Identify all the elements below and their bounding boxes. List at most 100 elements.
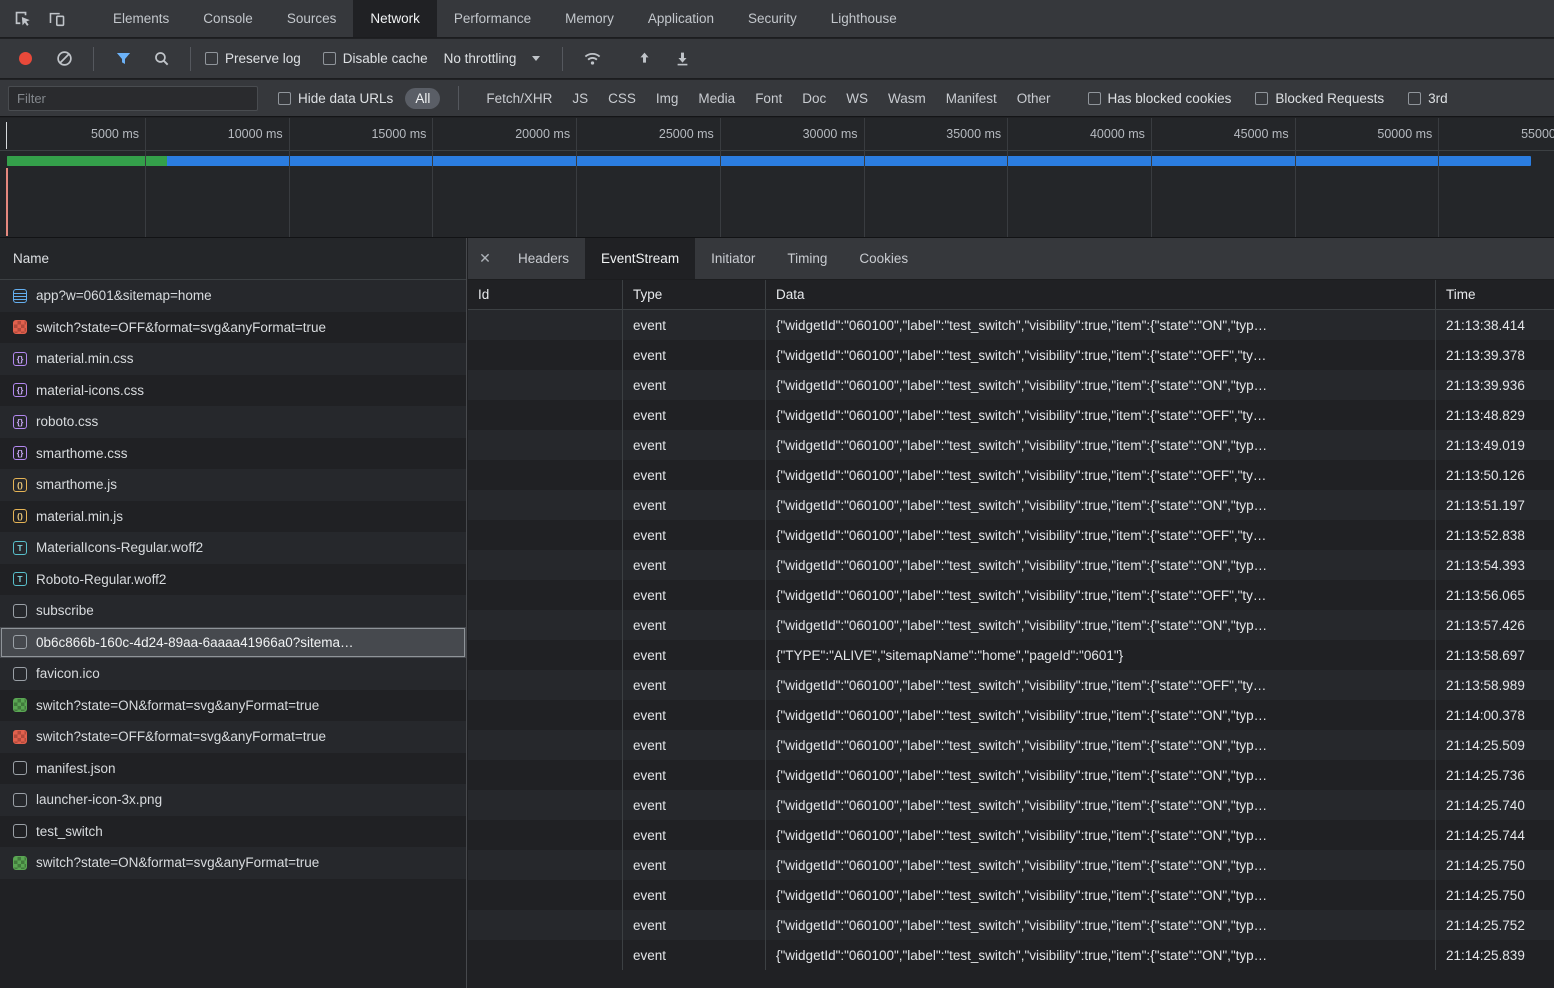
request-row[interactable]: roboto.css [0,406,466,438]
event-row[interactable]: event{"widgetId":"060100","label":"test_… [468,910,1554,940]
requests-column-header[interactable]: Name [0,238,466,280]
request-row[interactable]: switch?state=ON&format=svg&anyFormat=tru… [0,847,466,879]
checkbox-box[interactable] [1408,92,1421,105]
disable-cache-checkbox[interactable]: Disable cache [323,51,428,66]
checkbox-box[interactable] [1088,92,1101,105]
inspect-element-icon[interactable] [8,5,38,33]
filter-type-css[interactable]: CSS [599,86,645,111]
event-row[interactable]: event{"widgetId":"060100","label":"test_… [468,670,1554,700]
column-header-time[interactable]: Time [1436,280,1554,309]
request-row[interactable]: app?w=0601&sitemap=home [0,280,466,312]
filter-type-all[interactable]: All [405,88,440,109]
request-row[interactable]: switch?state=OFF&format=svg&anyFormat=tr… [0,721,466,753]
throttling-select[interactable]: No throttling [436,51,549,66]
event-row[interactable]: event{"widgetId":"060100","label":"test_… [468,490,1554,520]
tab-application[interactable]: Application [631,0,731,37]
event-row[interactable]: event{"widgetId":"060100","label":"test_… [468,550,1554,580]
hide-data-urls-checkbox[interactable]: Hide data URLs [278,91,393,106]
device-toolbar-icon[interactable] [42,5,72,33]
column-header-data[interactable]: Data [766,280,1436,309]
tab-elements[interactable]: Elements [96,0,186,37]
column-header-id[interactable]: Id [468,280,623,309]
event-row[interactable]: event{"widgetId":"060100","label":"test_… [468,730,1554,760]
checkbox-box[interactable] [205,52,218,65]
network-conditions-icon[interactable] [577,45,607,73]
request-row[interactable]: switch?state=OFF&format=svg&anyFormat=tr… [0,312,466,344]
record-network-log-button[interactable] [19,52,32,65]
timeline-overview[interactable]: 5000 ms10000 ms15000 ms20000 ms25000 ms3… [0,118,1554,238]
request-row[interactable]: smarthome.css [0,438,466,470]
event-row[interactable]: event{"widgetId":"060100","label":"test_… [468,370,1554,400]
filter-type-js[interactable]: JS [563,86,597,111]
filter-type-font[interactable]: Font [746,86,791,111]
tab-sources[interactable]: Sources [270,0,354,37]
details-tab-timing[interactable]: Timing [771,238,843,279]
event-row[interactable]: event{"widgetId":"060100","label":"test_… [468,700,1554,730]
request-row[interactable]: test_switch [0,816,466,848]
event-row[interactable]: event{"widgetId":"060100","label":"test_… [468,880,1554,910]
details-tab-headers[interactable]: Headers [502,238,585,279]
event-row[interactable]: event{"widgetId":"060100","label":"test_… [468,460,1554,490]
filter-input[interactable] [8,86,258,111]
export-har-icon[interactable] [667,45,697,73]
event-row[interactable]: event{"widgetId":"060100","label":"test_… [468,340,1554,370]
filter-type-ws[interactable]: WS [837,86,877,111]
event-row[interactable]: event{"widgetId":"060100","label":"test_… [468,760,1554,790]
request-row[interactable]: smarthome.js [0,469,466,501]
clear-network-log-icon[interactable] [49,45,79,73]
filter-type-doc[interactable]: Doc [793,86,835,111]
blocked-requests-checkbox[interactable]: Blocked Requests [1255,91,1384,106]
request-row[interactable]: MaterialIcons-Regular.woff2 [0,532,466,564]
request-row[interactable]: subscribe [0,595,466,627]
has-blocked-cookies-checkbox[interactable]: Has blocked cookies [1088,91,1232,106]
import-har-icon[interactable] [629,45,659,73]
tab-network[interactable]: Network [353,0,437,37]
tab-performance[interactable]: Performance [437,0,548,37]
request-row[interactable]: material-icons.css [0,375,466,407]
event-type-cell: event [623,640,766,670]
event-row[interactable]: event{"widgetId":"060100","label":"test_… [468,310,1554,340]
tab-console[interactable]: Console [186,0,270,37]
details-tab-initiator[interactable]: Initiator [695,238,771,279]
checkbox-box[interactable] [323,52,336,65]
third-party-requests-checkbox[interactable]: 3rd [1408,91,1448,106]
event-row[interactable]: event{"widgetId":"060100","label":"test_… [468,790,1554,820]
request-row[interactable]: manifest.json [0,753,466,785]
filter-type-img[interactable]: Img [647,86,688,111]
event-row[interactable]: event{"widgetId":"060100","label":"test_… [468,430,1554,460]
event-row[interactable]: event{"widgetId":"060100","label":"test_… [468,850,1554,880]
event-row[interactable]: event{"widgetId":"060100","label":"test_… [468,400,1554,430]
filter-type-manifest[interactable]: Manifest [937,86,1006,111]
details-tab-eventstream[interactable]: EventStream [585,238,695,279]
event-row[interactable]: event{"widgetId":"060100","label":"test_… [468,520,1554,550]
close-icon[interactable] [468,238,502,279]
tab-lighthouse[interactable]: Lighthouse [814,0,914,37]
request-row[interactable]: switch?state=ON&format=svg&anyFormat=tru… [0,690,466,722]
request-row[interactable]: launcher-icon-3x.png [0,784,466,816]
column-header-type[interactable]: Type [623,280,766,309]
details-tab-cookies[interactable]: Cookies [843,238,924,279]
filter-type-wasm[interactable]: Wasm [879,86,935,111]
search-icon[interactable] [146,45,176,73]
tab-security[interactable]: Security [731,0,814,37]
request-row[interactable]: favicon.ico [0,658,466,690]
filter-type-media[interactable]: Media [689,86,744,111]
event-row[interactable]: event{"widgetId":"060100","label":"test_… [468,580,1554,610]
event-data-cell: {"widgetId":"060100","label":"test_switc… [766,550,1436,580]
request-row[interactable]: 0b6c866b-160c-4d24-89aa-6aaaa41966a0?sit… [0,627,466,659]
event-row[interactable]: event{"TYPE":"ALIVE","sitemapName":"home… [468,640,1554,670]
checkbox-box[interactable] [1255,92,1268,105]
request-row[interactable]: Roboto-Regular.woff2 [0,564,466,596]
request-row[interactable]: material.min.css [0,343,466,375]
request-row[interactable]: material.min.js [0,501,466,533]
event-row[interactable]: event{"widgetId":"060100","label":"test_… [468,940,1554,970]
event-row[interactable]: event{"widgetId":"060100","label":"test_… [468,820,1554,850]
preserve-log-checkbox[interactable]: Preserve log [205,51,301,66]
event-type-cell: event [623,880,766,910]
tab-memory[interactable]: Memory [548,0,631,37]
checkbox-box[interactable] [278,92,291,105]
event-row[interactable]: event{"widgetId":"060100","label":"test_… [468,610,1554,640]
filter-funnel-icon[interactable] [108,45,138,73]
filter-type-other[interactable]: Other [1008,86,1060,111]
filter-type-fetch-xhr[interactable]: Fetch/XHR [477,86,561,111]
